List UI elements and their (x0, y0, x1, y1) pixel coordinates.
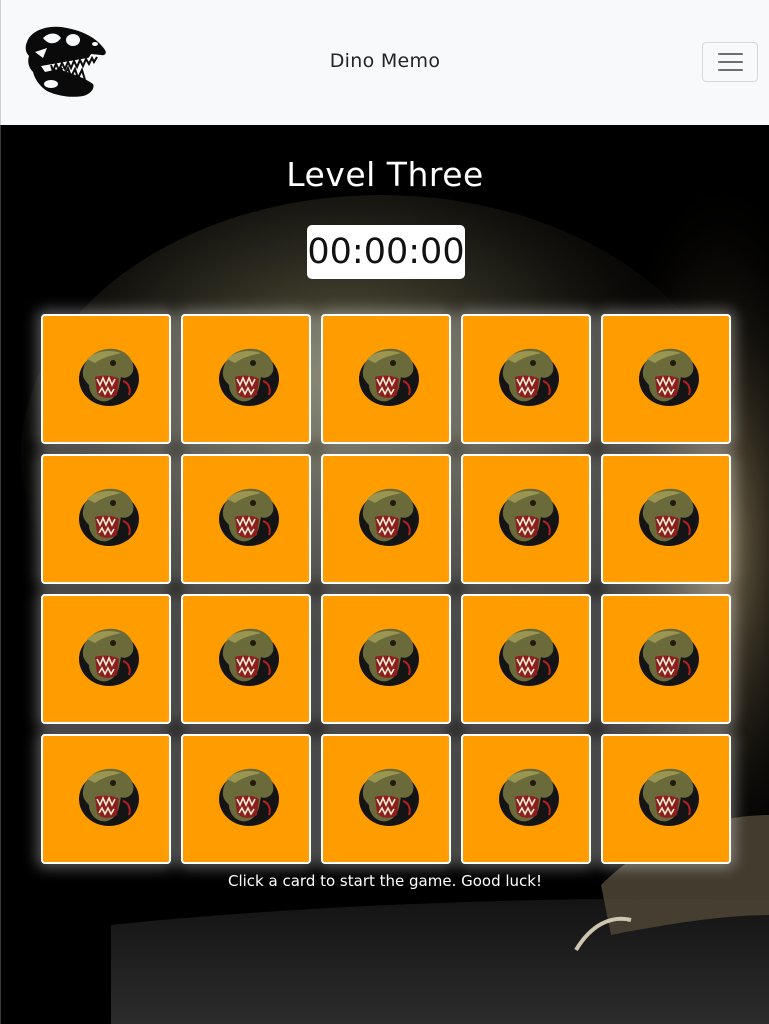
memory-card[interactable] (321, 594, 451, 724)
memory-card[interactable] (601, 454, 731, 584)
memory-card[interactable] (601, 594, 731, 724)
instruction-text: Click a card to start the game. Good luc… (228, 872, 542, 890)
memory-card[interactable] (41, 454, 171, 584)
memory-card[interactable] (181, 314, 311, 444)
memory-card[interactable] (321, 734, 451, 864)
memory-card[interactable] (321, 314, 451, 444)
memory-card[interactable] (461, 314, 591, 444)
memory-card[interactable] (41, 734, 171, 864)
game-area: Level Three 00:00:00 Click a card to sta… (0, 125, 769, 1024)
memory-card[interactable] (41, 594, 171, 724)
memory-card[interactable] (601, 734, 731, 864)
brand-title[interactable]: Dino Memo (1, 50, 769, 72)
hamburger-menu-icon (718, 53, 743, 55)
memory-card[interactable] (461, 734, 591, 864)
navbar: Dino Memo (0, 0, 769, 125)
hamburger-menu-icon-bar (718, 69, 743, 71)
memory-card[interactable] (181, 734, 311, 864)
card-grid (41, 314, 731, 864)
memory-card[interactable] (181, 594, 311, 724)
game-timer: 00:00:00 (307, 225, 465, 279)
menu-toggle-button[interactable] (702, 42, 758, 82)
memory-card[interactable] (181, 454, 311, 584)
memory-card[interactable] (461, 594, 591, 724)
memory-card[interactable] (321, 454, 451, 584)
memory-card[interactable] (601, 314, 731, 444)
page: Dino Memo Level Three 00:00:00 Click a c… (0, 0, 769, 1024)
memory-card[interactable] (461, 454, 591, 584)
memory-card[interactable] (41, 314, 171, 444)
level-title: Level Three (286, 155, 484, 194)
hamburger-menu-icon-bar (718, 61, 743, 63)
